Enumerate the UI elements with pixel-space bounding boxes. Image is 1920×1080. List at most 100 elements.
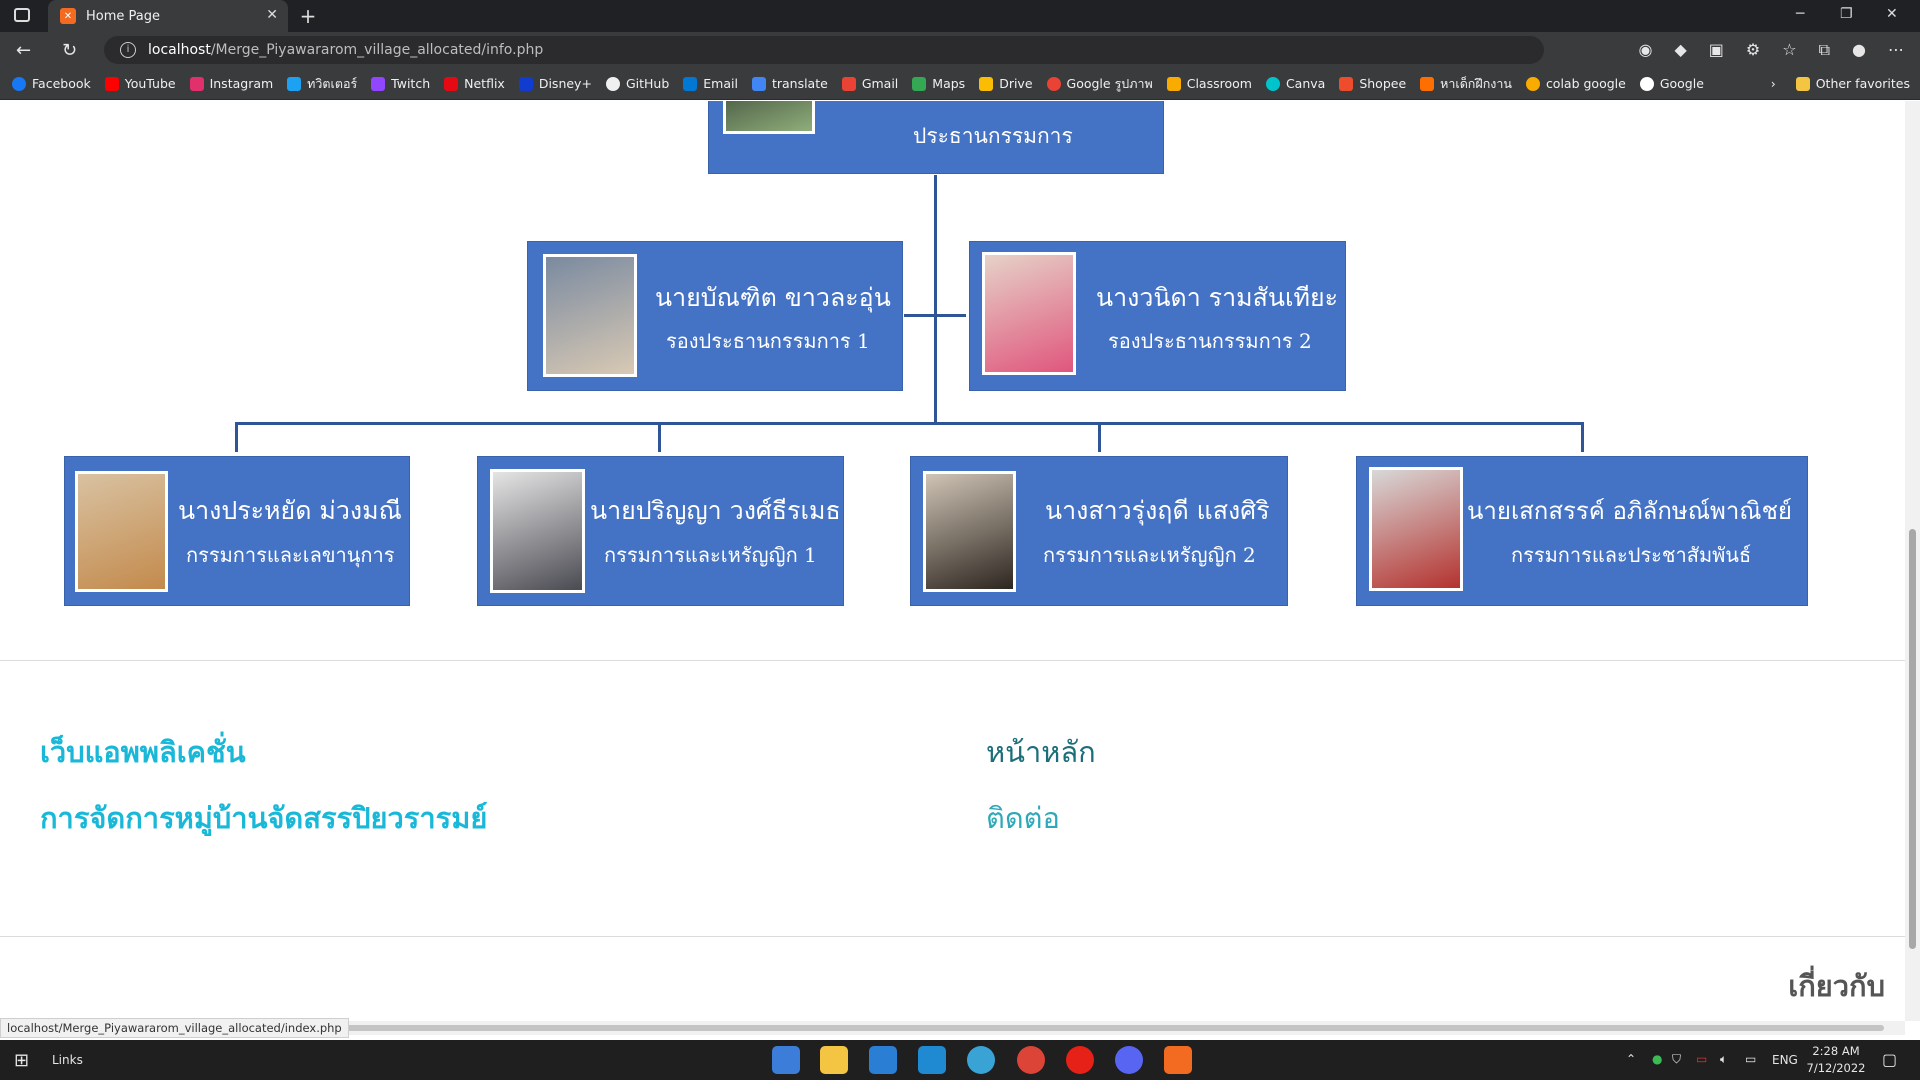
tray-app-icon[interactable]: ● (1652, 1052, 1662, 1066)
extensions-puzzle-icon[interactable]: ⚙ (1746, 40, 1760, 60)
vice-role-1: รองประธานกรรมการ 1 (666, 329, 870, 353)
restore-icon[interactable]: ❐ (1840, 6, 1853, 22)
vice-card-2: นางวนิดา รามสันเทียะ รองประธานกรรมการ 2 (969, 241, 1346, 391)
bookmark-youtube[interactable]: YouTube (104, 76, 176, 91)
vscode-icon[interactable] (918, 1046, 946, 1074)
tab-title: Home Page (86, 8, 160, 24)
bookmark-google[interactable]: Google (1639, 76, 1704, 91)
footer-link-home[interactable]: หน้าหลัก (986, 729, 1096, 775)
profile-avatar[interactable]: ● (1852, 40, 1866, 60)
president-photo (723, 101, 815, 134)
bitwarden-icon[interactable]: ▣ (1709, 40, 1724, 60)
bookmark-instagram[interactable]: Instagram (189, 76, 273, 91)
taskbar-links[interactable]: Links (52, 1053, 83, 1067)
vertical-scrollbar[interactable] (1905, 101, 1920, 1021)
language-indicator[interactable]: ENG (1772, 1053, 1798, 1067)
bookmark-shopee[interactable]: Shopee (1339, 76, 1406, 91)
clock-date[interactable]: 7/12/2022 (1806, 1061, 1866, 1075)
bookmark-canva[interactable]: Canva (1265, 76, 1325, 91)
clock-time[interactable]: 2:28 AM (1810, 1044, 1862, 1058)
status-link-preview: localhost/Merge_Piyawararom_village_allo… (0, 1018, 349, 1038)
bookmarks-bar: Facebook YouTube Instagram ทวิตเตอร์ Twi… (0, 68, 1920, 100)
vice-photo-1 (543, 254, 637, 377)
chevron-right-icon[interactable]: › (1771, 76, 1776, 91)
xampp-favicon-icon: ✕ (60, 8, 76, 24)
bookmark-netflix[interactable]: Netflix (444, 76, 505, 91)
member-name-4: นายเสกสรรค์ อภิลักษณ์พาณิชย์ (1467, 497, 1792, 525)
other-favorites[interactable]: › Other favorites (1771, 76, 1910, 91)
shazam-icon[interactable]: ◆ (1674, 40, 1686, 60)
translate-icon (751, 76, 766, 91)
chrome-icon[interactable] (1017, 1046, 1045, 1074)
footer-brand-line-1[interactable]: เว็บแอพพลิเคชั่น (40, 729, 246, 775)
bookmark-github[interactable]: GitHub (605, 76, 669, 91)
outlook-icon (683, 76, 698, 91)
refresh-icon[interactable]: ↻ (62, 40, 77, 61)
vice-role-2: รองประธานกรรมการ 2 (1108, 329, 1312, 353)
back-icon[interactable]: ← (16, 40, 31, 61)
new-tab-button[interactable]: + (296, 4, 320, 28)
vertical-scroll-thumb[interactable] (1909, 529, 1916, 949)
minimize-icon[interactable]: ─ (1796, 6, 1804, 22)
store-icon[interactable] (772, 1046, 800, 1074)
footer-divider-bottom (0, 936, 1905, 937)
bookmark-drive[interactable]: Drive (979, 76, 1033, 91)
address-input[interactable]: i localhost/Merge_Piyawararom_village_al… (104, 36, 1544, 64)
xampp-icon[interactable] (1164, 1046, 1192, 1074)
edge-icon[interactable] (967, 1046, 995, 1074)
bookmark-twitter[interactable]: ทวิตเตอร์ (287, 74, 357, 94)
bookmark-google-photos[interactable]: Google รูปภาพ (1046, 74, 1153, 94)
bookmark-email[interactable]: Email (683, 76, 738, 91)
colab-icon (1525, 76, 1540, 91)
footer-link-contact[interactable]: ติดต่อ (986, 795, 1060, 841)
tab-actions-icon[interactable] (14, 8, 30, 22)
page-content: ประธานกรรมการ นายบัณฑิต ขาวละอุ่น รองประ… (0, 101, 1905, 1021)
bookmark-disney[interactable]: Disney+ (518, 76, 592, 91)
member-name-1: นางประหยัด ม่วงมณี (178, 496, 402, 525)
battery-icon[interactable]: ▭ (1696, 1052, 1707, 1066)
bookmark-internship[interactable]: หาเด็กฝึกงาน (1420, 74, 1512, 94)
classroom-icon (1166, 76, 1181, 91)
internship-icon (1420, 76, 1435, 91)
vice-card-1: นายบัณฑิต ขาวละอุ่น รองประธานกรรมการ 1 (527, 241, 903, 391)
toolbar-icons: ◉ ◆ ▣ ⚙ ☆ ⧉ ● ⋯ (1639, 40, 1905, 60)
bookmark-maps[interactable]: Maps (912, 76, 965, 91)
bookmark-gmail[interactable]: Gmail (841, 76, 898, 91)
windows-start-icon[interactable]: ⊞ (14, 1050, 29, 1071)
notifications-icon[interactable]: ▢ (1882, 1050, 1897, 1069)
bookmark-classroom[interactable]: Classroom (1166, 76, 1252, 91)
network-icon[interactable]: ▭ (1745, 1052, 1756, 1066)
tab-home-page[interactable]: ✕ Home Page ✕ (48, 0, 288, 32)
volume-icon[interactable]: 🔈︎ (1720, 1052, 1727, 1067)
member-photo-1 (75, 471, 168, 592)
favorites-icon[interactable]: ☆ (1782, 40, 1796, 60)
site-info-icon[interactable]: i (120, 42, 136, 58)
bookmark-colab[interactable]: colab google (1525, 76, 1626, 91)
close-tab-icon[interactable]: ✕ (266, 7, 278, 23)
extension-icon[interactable]: ◉ (1639, 40, 1653, 60)
youtube-music-icon[interactable] (1066, 1046, 1094, 1074)
footer-brand-line-2[interactable]: การจัดการหมู่บ้านจัดสรรปิยวรารมย์ (40, 795, 487, 841)
member-card-4: นายเสกสรรค์ อภิลักษณ์พาณิชย์ กรรมการและป… (1356, 456, 1808, 606)
maps-icon (912, 76, 927, 91)
close-window-icon[interactable]: ✕ (1886, 6, 1898, 22)
shield-icon[interactable]: ⛉ (1672, 1052, 1681, 1067)
url-host: localhost (148, 42, 211, 58)
more-menu-icon[interactable]: ⋯ (1888, 40, 1904, 60)
members-bar-line (235, 422, 1584, 425)
vice-photo-2 (982, 252, 1076, 375)
collections-icon[interactable]: ⧉ (1819, 40, 1830, 60)
github-icon (605, 76, 620, 91)
bookmark-facebook[interactable]: Facebook (12, 76, 91, 91)
discord-icon[interactable] (1115, 1046, 1143, 1074)
mail-icon[interactable] (869, 1046, 897, 1074)
member-photo-4 (1369, 467, 1463, 591)
bookmark-twitch[interactable]: Twitch (371, 76, 430, 91)
member-role-4: กรรมการและประชาสัมพันธ์ (1511, 543, 1752, 567)
bookmark-translate[interactable]: translate (751, 76, 828, 91)
browser-titlebar: ✕ Home Page ✕ + ─ ❐ ✕ (0, 0, 1920, 32)
footer-about[interactable]: เกี่ยวกับ (1788, 963, 1885, 1009)
chevron-up-icon[interactable]: ⌃ (1626, 1052, 1636, 1066)
member-name-3: นางสาวรุ่งฤดี แสงศิริ (1045, 496, 1270, 525)
file-explorer-icon[interactable] (820, 1046, 848, 1074)
